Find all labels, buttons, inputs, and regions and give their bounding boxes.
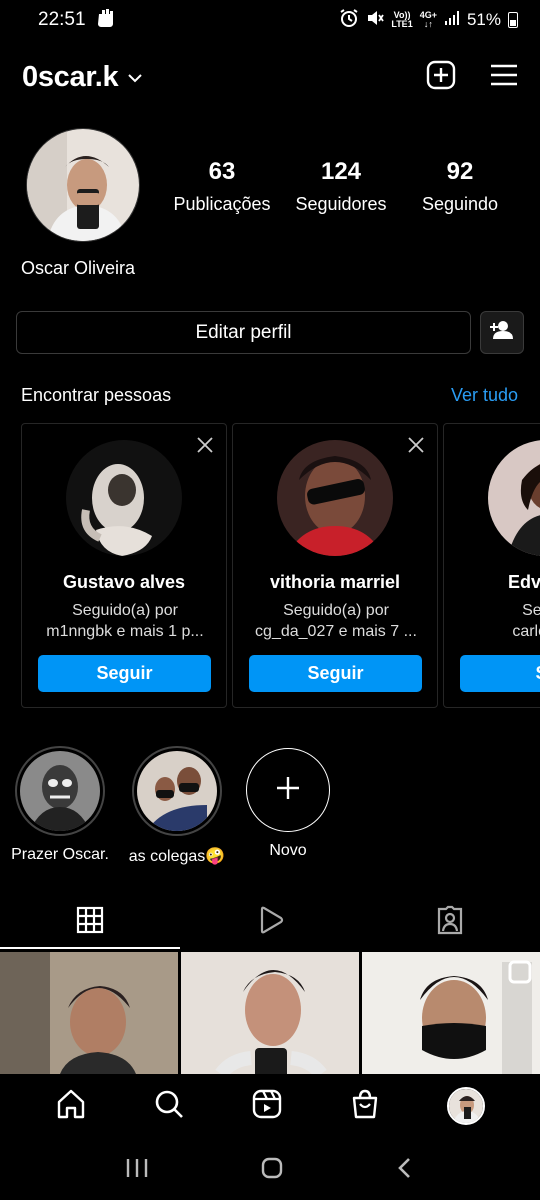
edit-profile-button[interactable]: Editar perfil (16, 311, 471, 354)
story-highlights: Prazer Oscar. as colegas🤪 Novo (0, 746, 540, 876)
bottom-nav (0, 1074, 540, 1138)
highlight-label: Prazer Oscar. (11, 846, 109, 863)
home-icon[interactable] (55, 1088, 87, 1125)
stat-followers[interactable]: 124 Seguidores (285, 158, 397, 215)
alarm-icon (339, 8, 359, 33)
profile-tab-avatar[interactable] (447, 1087, 485, 1125)
status-time: 22:51 (38, 9, 86, 30)
stat-following-label: Seguindo (421, 194, 499, 214)
grid-icon (76, 906, 104, 939)
lte-text: LTE1 (391, 19, 413, 29)
chevron-down-icon[interactable] (128, 70, 143, 88)
see-all-link[interactable]: Ver tudo (451, 385, 518, 406)
battery-icon (508, 12, 518, 28)
highlight-label: as colegas🤪 (128, 848, 226, 865)
discover-people-button[interactable] (480, 311, 524, 354)
tagged-icon (435, 905, 465, 940)
suggestion-name[interactable]: vithoria marriel (233, 572, 437, 593)
home-button-icon[interactable] (260, 1156, 284, 1185)
username-switcher[interactable]: 0scar.k (22, 61, 119, 94)
menu-icon[interactable] (490, 63, 518, 92)
data-arrows-icon: ↓↑ (423, 19, 433, 29)
suggestion-card[interactable]: vithoria marriel Seguido(a) por cg_da_02… (232, 423, 438, 708)
new-highlight-button[interactable] (246, 748, 330, 832)
suggestion-context-line1: Seguid (522, 602, 540, 619)
post-thumbnail[interactable] (0, 952, 178, 1074)
create-post-icon[interactable] (426, 60, 456, 95)
highlight-cover[interactable] (132, 746, 222, 836)
reels-icon[interactable] (251, 1088, 283, 1125)
stat-posts-count: 63 (208, 158, 236, 185)
follow-button[interactable]: Seguir (249, 655, 422, 692)
suggestion-avatar[interactable] (488, 440, 540, 556)
close-icon[interactable] (196, 436, 214, 459)
tab-tagged[interactable] (360, 895, 540, 949)
add-user-icon (489, 320, 515, 345)
stat-posts[interactable]: 63 Publicações (166, 158, 278, 215)
profile-stats: 63 Publicações 124 Seguidores 92 Seguind… (166, 158, 516, 215)
suggestions-carousel[interactable]: Gustavo alves Seguido(a) por m1nngbk e m… (21, 423, 540, 709)
stat-followers-count: 124 (320, 158, 362, 185)
search-icon[interactable] (153, 1088, 185, 1125)
highlight-label: Novo (269, 842, 307, 859)
suggestion-context-line2: m1nngbk e mais 1 p... (46, 623, 204, 640)
post-grid (0, 952, 540, 1074)
suggestion-context-line2: cg_da_027 e mais 7 ... (255, 623, 417, 640)
stat-following-count: 92 (446, 158, 474, 185)
profile-tabs (0, 895, 540, 949)
highlight-cover[interactable] (15, 746, 105, 836)
suggestion-avatar[interactable] (66, 440, 182, 556)
tab-grid[interactable] (0, 895, 180, 949)
post-thumbnail[interactable] (362, 952, 540, 1074)
suggestion-name[interactable]: Edvando (444, 572, 540, 593)
highlight-item[interactable]: Prazer Oscar. (10, 746, 110, 864)
signal-icon (444, 10, 460, 31)
recent-apps-icon[interactable] (125, 1157, 149, 1184)
volte-indicator: Vo)) LTE1 (391, 11, 412, 29)
stat-followers-label: Seguidores (295, 194, 387, 214)
suggestion-name[interactable]: Gustavo alves (22, 572, 226, 593)
play-icon (256, 906, 284, 939)
status-bar: 22:51 Vo)) LTE1 4G+ ↓↑ 51% (0, 0, 540, 40)
post-thumbnail[interactable] (181, 952, 359, 1074)
plus-icon (275, 775, 301, 806)
suggestion-card[interactable]: Gustavo alves Seguido(a) por m1nngbk e m… (21, 423, 227, 708)
network-gen-indicator: 4G+ ↓↑ (420, 11, 437, 29)
suggestion-context: Seguido(a) por m1nngbk e mais 1 p... (32, 600, 218, 642)
suggestion-context-line1: Seguido(a) por (72, 602, 178, 619)
stat-following[interactable]: 92 Seguindo (404, 158, 516, 215)
suggestion-card[interactable]: Edvando Seguid carloshen Se (443, 423, 540, 708)
follow-button[interactable]: Seguir (38, 655, 211, 692)
new-highlight[interactable]: Novo (240, 746, 336, 860)
suggestion-context: Seguido(a) por cg_da_027 e mais 7 ... (243, 600, 429, 642)
suggestion-context: Seguid carloshen (454, 600, 540, 642)
stat-posts-label: Publicações (173, 194, 271, 214)
suggestion-context-line1: Seguido(a) por (283, 602, 389, 619)
mute-icon (366, 9, 385, 32)
tab-reels[interactable] (180, 895, 360, 949)
find-people-title: Encontrar pessoas (21, 385, 172, 405)
back-icon[interactable] (395, 1156, 415, 1185)
follow-button[interactable]: Se (460, 655, 540, 692)
suggestion-avatar[interactable] (277, 440, 393, 556)
shop-icon[interactable] (349, 1088, 381, 1125)
close-icon[interactable] (407, 436, 425, 459)
system-nav (0, 1140, 540, 1200)
battery-percent: 51% (466, 10, 501, 29)
notification-icon (96, 8, 114, 33)
suggestion-context-line2: carloshen (512, 623, 540, 640)
profile-header: 0scar.k (0, 52, 540, 102)
display-name: Oscar Oliveira (21, 258, 136, 278)
highlight-item[interactable]: as colegas🤪 (124, 746, 230, 866)
profile-avatar[interactable] (26, 128, 140, 242)
